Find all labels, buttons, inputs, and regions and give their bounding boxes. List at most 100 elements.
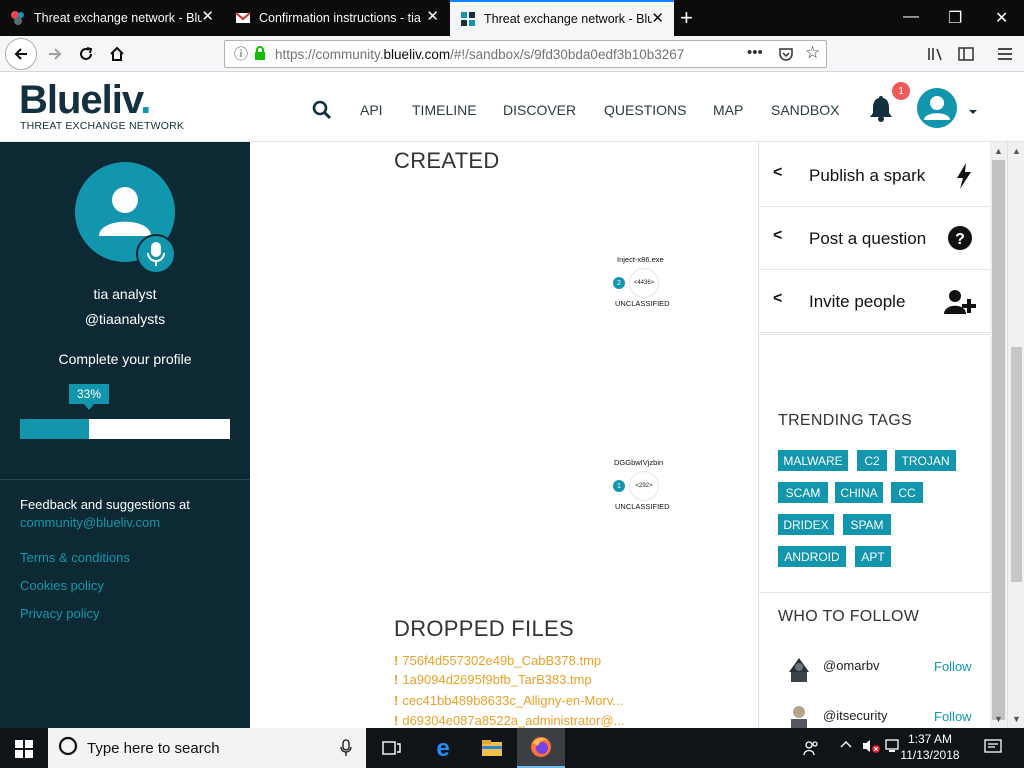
blueliv-logo[interactable]: Blueliv. — [19, 78, 151, 122]
nav-questions[interactable]: QUESTIONS — [604, 102, 686, 118]
action-label: Invite people — [809, 292, 906, 311]
feedback-text: Feedback and suggestions at — [20, 497, 190, 512]
dropped-file-link[interactable]: ! cec41bb489b8633c_Alligny-en-Morv... — [394, 693, 623, 708]
dropped-file-link[interactable]: ! 756f4d557302e49b_CabB378.tmp — [394, 653, 601, 668]
nav-map[interactable]: MAP — [713, 102, 743, 118]
dropped-file-link[interactable]: ! d69304e087a8522a_administrator@... — [394, 713, 624, 728]
library-icon[interactable] — [921, 40, 951, 68]
node-count: 2 — [613, 277, 625, 289]
url-bar[interactable]: ⓘ https://community.blueliv.com/#!/sandb… — [224, 40, 827, 68]
dropped-file-link[interactable]: ! 1a9094d2695f9bfb_TarB383.tmp — [394, 672, 592, 687]
invite-people-button[interactable]: < Invite people — [759, 270, 990, 333]
tag-apt[interactable]: APT — [855, 546, 891, 567]
follow-suggestion: @omarbv Follow — [759, 650, 990, 700]
tag-trojan[interactable]: TROJAN — [895, 450, 956, 471]
tag-china[interactable]: CHINA — [835, 482, 883, 503]
minimize-icon[interactable]: — — [903, 8, 919, 26]
warning-icon: ! — [394, 653, 399, 668]
avatar[interactable] — [781, 700, 817, 728]
node-classification: UNCLASSIFIED — [615, 502, 670, 511]
bell-icon[interactable] — [868, 94, 894, 127]
complete-profile-label[interactable]: Complete your profile — [0, 351, 250, 367]
restore-icon[interactable]: ❐ — [948, 8, 962, 28]
terms-link[interactable]: Terms & conditions — [20, 550, 130, 565]
action-center-icon[interactable] — [984, 739, 1002, 758]
svg-text:e: e — [436, 737, 449, 759]
sidebar-toggle-icon[interactable] — [951, 40, 981, 68]
edge-icon[interactable]: e — [419, 728, 467, 768]
scroll-down-icon[interactable]: ▼ — [1012, 714, 1021, 724]
scroll-thumb[interactable] — [992, 160, 1005, 720]
forward-icon[interactable] — [40, 40, 70, 68]
windows-start-icon[interactable] — [15, 740, 33, 763]
browser-tab-3[interactable]: Threat exchange network - Blue ✕ — [450, 0, 674, 36]
profile-handle: @tiaanalysts — [84, 311, 166, 327]
nav-timeline[interactable]: TIMELINE — [412, 102, 477, 118]
follow-username[interactable]: @itsecurity — [823, 708, 888, 723]
user-avatar[interactable] — [917, 88, 957, 128]
tag-android[interactable]: ANDROID — [778, 546, 846, 567]
file-explorer-icon[interactable] — [468, 728, 516, 768]
tag-c2[interactable]: C2 — [857, 450, 887, 471]
home-icon[interactable] — [102, 40, 132, 68]
follow-username[interactable]: @omarbv — [823, 658, 880, 673]
back-icon[interactable] — [5, 38, 37, 70]
network-icon[interactable] — [884, 738, 900, 757]
volume-muted-icon[interactable] — [862, 738, 880, 757]
post-question-button[interactable]: < Post a question ? — [759, 207, 990, 270]
chevron-down-icon[interactable] — [968, 102, 978, 120]
created-section-title: CREATED — [394, 148, 500, 173]
feedback-email-link[interactable]: community@blueliv.com — [20, 514, 190, 532]
scroll-down-icon[interactable]: ▼ — [994, 714, 1003, 724]
close-icon[interactable]: ✕ — [426, 9, 439, 25]
task-view-icon[interactable] — [368, 728, 416, 768]
tag-scam[interactable]: SCAM — [778, 482, 828, 503]
follow-button[interactable]: Follow — [934, 659, 972, 674]
reload-icon[interactable] — [71, 40, 101, 68]
tag-cc[interactable]: CC — [891, 482, 923, 503]
node-circle: <4436> — [629, 268, 659, 298]
page-actions-icon[interactable]: ••• — [747, 44, 763, 61]
chevron-up-icon[interactable] — [840, 738, 852, 753]
clock-date: 11/13/2018 — [900, 748, 960, 762]
scroll-up-icon[interactable]: ▲ — [1012, 146, 1021, 156]
pocket-icon[interactable] — [778, 46, 794, 65]
sandbox-report: CREATED Inject-x86.exe 2 <4436> UNCLASSI… — [250, 142, 758, 728]
browser-tab-2[interactable]: Confirmation instructions - tia ✕ — [225, 0, 449, 36]
nav-api[interactable]: API — [360, 102, 383, 118]
action-label: Publish a spark — [809, 166, 926, 185]
tag-spam[interactable]: SPAM — [843, 514, 891, 535]
node-circle: <292> — [629, 471, 659, 501]
firefox-icon[interactable] — [517, 728, 565, 768]
bookmark-star-icon[interactable]: ☆ — [805, 43, 820, 63]
info-icon[interactable]: ⓘ — [234, 44, 248, 64]
menu-icon[interactable] — [990, 40, 1020, 68]
page-scrollbar[interactable]: ▲ ▼ — [1007, 142, 1024, 728]
search-icon[interactable] — [312, 100, 332, 125]
nav-discover[interactable]: DISCOVER — [503, 102, 576, 118]
people-icon[interactable] — [803, 740, 819, 759]
nav-sandbox[interactable]: SANDBOX — [771, 102, 839, 118]
tag-dridex[interactable]: DRIDEX — [778, 514, 834, 535]
warning-icon: ! — [394, 713, 399, 728]
publish-spark-button[interactable]: < Publish a spark — [759, 144, 990, 207]
profile-sidebar: tia analyst @tiaanalysts Complete your p… — [0, 142, 250, 728]
close-icon[interactable]: ✕ — [651, 11, 664, 27]
scroll-thumb[interactable] — [1011, 347, 1022, 582]
gmail-favicon-icon — [235, 10, 251, 26]
system-clock[interactable]: 1:37 AM 11/13/2018 — [900, 731, 960, 763]
taskbar-search[interactable]: Type here to search — [48, 728, 366, 768]
follow-button[interactable]: Follow — [934, 709, 972, 724]
tag-malware[interactable]: MALWARE — [778, 450, 848, 471]
microphone-icon[interactable] — [340, 739, 352, 761]
window-close-icon[interactable]: ✕ — [995, 8, 1008, 28]
close-icon[interactable]: ✕ — [201, 9, 214, 25]
panel-scrollbar[interactable]: ▲ ▼ — [990, 142, 1007, 728]
browser-tab-1[interactable]: Threat exchange network - Blue ✕ — [0, 0, 224, 36]
avatar[interactable] — [781, 650, 817, 686]
cookies-link[interactable]: Cookies policy — [20, 578, 104, 593]
new-tab-icon[interactable]: + — [680, 5, 693, 31]
site-header: Blueliv. THREAT EXCHANGE NETWORK API TIM… — [0, 72, 1024, 142]
scroll-up-icon[interactable]: ▲ — [994, 146, 1003, 156]
privacy-link[interactable]: Privacy policy — [20, 606, 99, 621]
